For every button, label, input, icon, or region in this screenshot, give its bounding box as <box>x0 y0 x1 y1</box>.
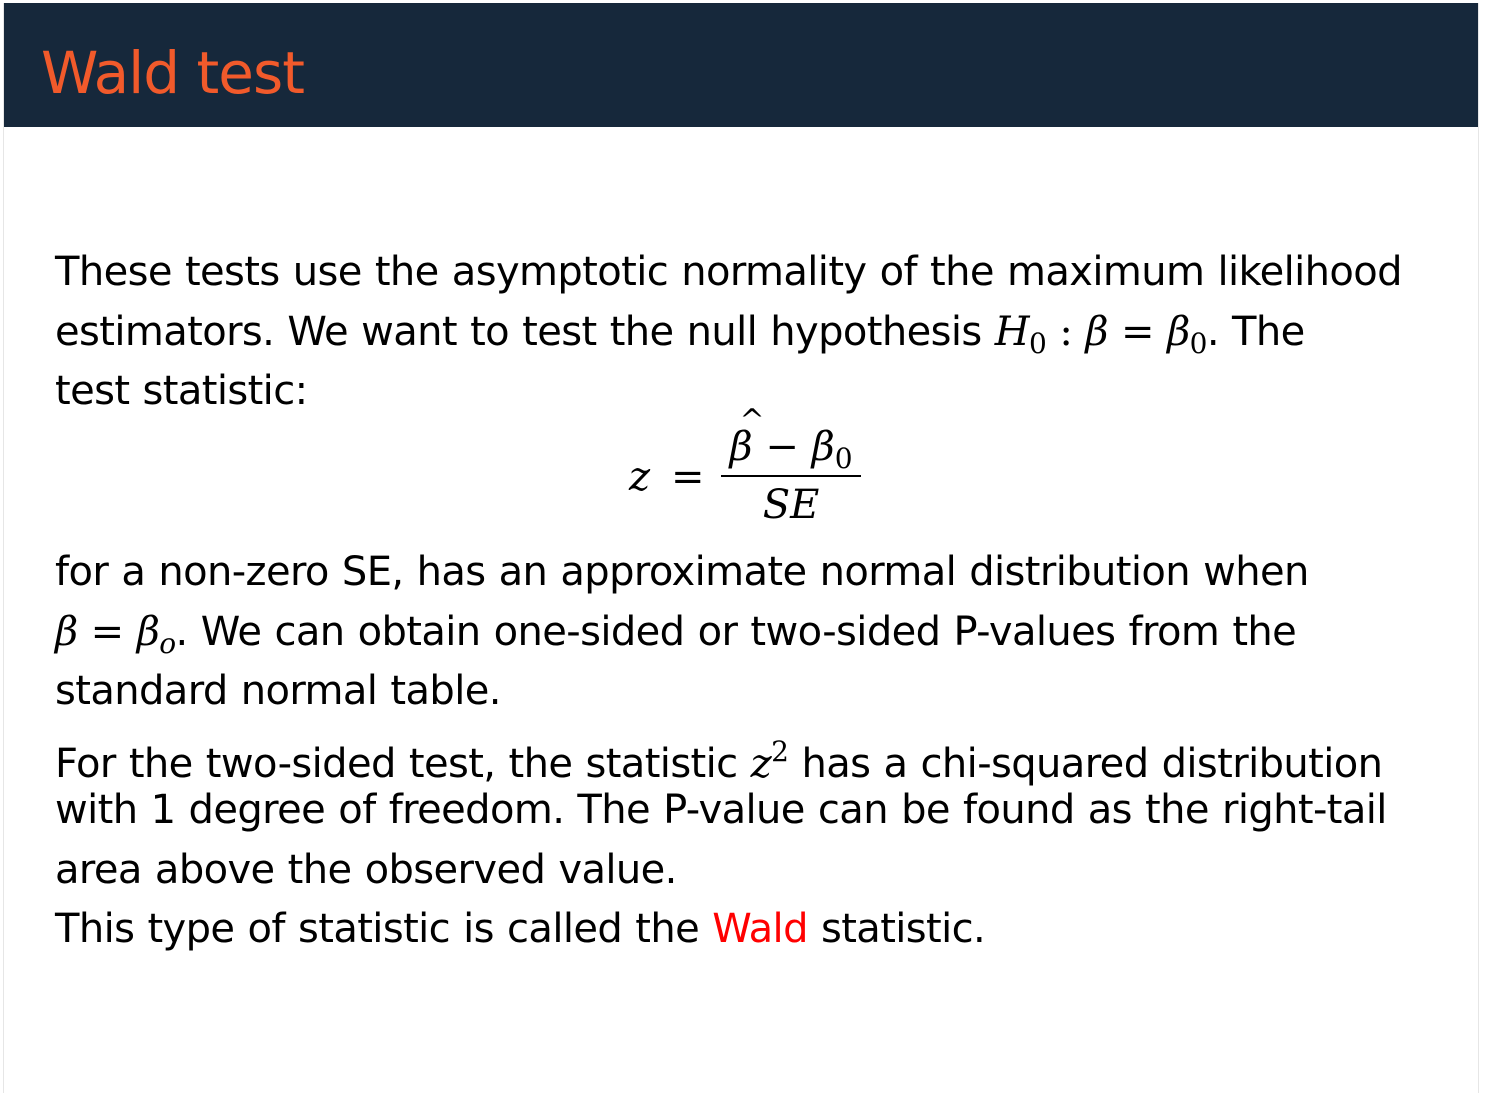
equation-equals: = <box>671 454 705 500</box>
slide: Wald test These tests use the asymptotic… <box>3 3 1479 1093</box>
equation-denominator: SE <box>762 482 820 528</box>
text-fragment: This type of statistic is called the <box>55 906 713 952</box>
math-H: H <box>994 308 1030 355</box>
highlight-wald: Wald <box>712 906 808 952</box>
paragraph-3-line-1: For the two-sided test, the statistic z2… <box>55 722 1435 787</box>
equation-lhs: z <box>629 454 651 500</box>
math-beta0: β <box>1167 308 1190 355</box>
math-beta: β <box>1085 308 1108 355</box>
paragraph-2-line-2: β = βo. We can obtain one-sided or two-s… <box>55 603 1435 663</box>
paragraph-3-line-3: area above the observed value. <box>55 846 677 893</box>
paragraph-2-line-1: for a non-zero SE, has an approximate no… <box>55 549 1309 595</box>
math-z-superscript: 2 <box>771 734 789 768</box>
paragraph-1-line-2: estimators. We want to test the null hyp… <box>55 303 1435 363</box>
paragraph-2-line-3: standard normal table. <box>55 668 501 714</box>
title-bar: Wald test <box>4 3 1478 127</box>
math-beta: β <box>55 608 78 655</box>
beta0-symbol: β <box>811 424 835 470</box>
equation-numerator: ^ β − β0 <box>721 403 861 483</box>
text-fragment: has a chi-squared distribution <box>788 740 1383 787</box>
text-fragment: statistic. <box>807 906 986 952</box>
math-equals: = <box>1107 308 1168 355</box>
slide-title: Wald test <box>41 39 305 107</box>
math-colon: : <box>1046 308 1086 355</box>
math-z: z <box>750 740 772 787</box>
math-H-subscript: 0 <box>1029 326 1047 360</box>
paragraph-1-line-1: These tests use the asymptotic normality… <box>55 249 1403 295</box>
text-fragment: . The <box>1206 308 1305 355</box>
paragraph-4: This type of statistic is called the Wal… <box>55 900 1435 960</box>
hat-accent: ^ <box>739 403 765 438</box>
math-equals: = <box>77 608 137 655</box>
slide-body-continued: for a non-zero SE, has an approximate no… <box>55 543 1435 960</box>
text-fragment: . We can obtain one-sided or two-sided P… <box>175 608 1297 655</box>
fraction-bar <box>721 475 861 477</box>
math-beta-o: β <box>136 608 160 655</box>
text-fragment: estimators. We want to test the null hyp… <box>55 308 995 355</box>
slide-body: These tests use the asymptotic normality… <box>55 243 1435 422</box>
beta-hat: ^ β <box>729 403 764 471</box>
paragraph-3-line-2: with 1 degree of freedom. The P-value ca… <box>55 787 1387 833</box>
math-beta-o-subscript: o <box>159 626 176 660</box>
display-equation: z = ^ β − β0 SE <box>629 401 869 531</box>
math-beta0-subscript: 0 <box>1189 326 1208 360</box>
beta0-subscript: 0 <box>834 442 853 475</box>
text-fragment: For the two-sided test, the statistic <box>55 740 751 787</box>
